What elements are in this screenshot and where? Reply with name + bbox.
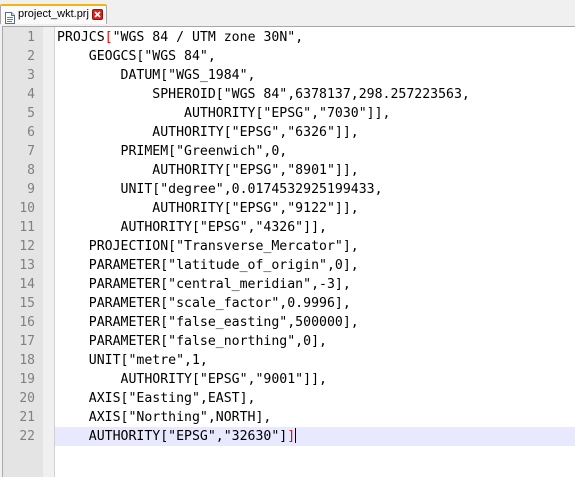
code-line-text: UNIT["degree",0.0174532925199433, bbox=[57, 182, 383, 197]
line-number: 8 bbox=[27, 163, 35, 178]
line-number: 3 bbox=[27, 68, 35, 83]
fold-margin bbox=[43, 27, 54, 477]
code-line[interactable]: AUTHORITY["EPSG","6326"]], bbox=[55, 123, 575, 142]
line-number: 19 bbox=[19, 372, 35, 387]
close-icon[interactable] bbox=[92, 9, 103, 20]
line-number: 22 bbox=[19, 429, 35, 444]
code-line[interactable]: PARAMETER["central_meridian",-3], bbox=[55, 275, 575, 294]
code-line[interactable]: DATUM["WGS_1984", bbox=[55, 66, 575, 85]
code-line[interactable]: AUTHORITY["EPSG","7030"]], bbox=[55, 104, 575, 123]
code-line[interactable]: AUTHORITY["EPSG","4326"]], bbox=[55, 218, 575, 237]
code-line-text: AUTHORITY["EPSG","9122"]], bbox=[57, 201, 359, 216]
tab-project-wkt[interactable]: project_wkt.prj bbox=[0, 4, 107, 24]
line-number: 21 bbox=[19, 410, 35, 425]
code-line-text: PARAMETER["false_northing",0], bbox=[57, 334, 327, 349]
line-number: 10 bbox=[19, 201, 35, 216]
code-line-text: PARAMETER["false_easting",500000], bbox=[57, 315, 359, 330]
code-line-text: AUTHORITY["EPSG","6326"]], bbox=[57, 125, 359, 140]
line-number: 16 bbox=[19, 315, 35, 330]
code-line-text: DATUM["WGS_1984", bbox=[57, 68, 256, 83]
code-line-text: PARAMETER["latitude_of_origin",0], bbox=[57, 258, 359, 273]
line-number: 9 bbox=[27, 182, 35, 197]
tab-bar: project_wkt.prj bbox=[0, 0, 575, 28]
text-editor[interactable]: 1 2 3 4 5 6 7 8 9 10 11 12 13 14 15 16 17 18 19 20 21 22 PROJ… bbox=[2, 26, 575, 477]
code-line-text: SPHEROID["WGS 84",6378137,298.257223563, bbox=[57, 87, 470, 102]
code-line[interactable]: SPHEROID["WGS 84",6378137,298.257223563, bbox=[55, 85, 575, 104]
code-line[interactable]: PARAMETER["false_easting",500000], bbox=[55, 313, 575, 332]
line-number: 20 bbox=[19, 391, 35, 406]
code-line-text: PARAMETER["scale_factor",0.9996], bbox=[57, 296, 351, 311]
code-line[interactable]: PRIMEM["Greenwich",0, bbox=[55, 142, 575, 161]
line-number: 5 bbox=[27, 106, 35, 121]
code-line-text: UNIT["metre",1, bbox=[57, 353, 208, 368]
code-line[interactable]: PARAMETER["scale_factor",0.9996], bbox=[55, 294, 575, 313]
line-number: 12 bbox=[19, 239, 35, 254]
line-number: 7 bbox=[27, 144, 35, 159]
code-line[interactable]: UNIT["degree",0.0174532925199433, bbox=[55, 180, 575, 199]
code-line-text: AUTHORITY["EPSG","9001"]], bbox=[57, 372, 327, 387]
line-number: 6 bbox=[27, 125, 35, 140]
code-line-text: AUTHORITY["EPSG","4326"]], bbox=[57, 220, 327, 235]
code-line[interactable]: GEOGCS["WGS 84", bbox=[55, 47, 575, 66]
line-number: 11 bbox=[19, 220, 35, 235]
code-line[interactable]: AXIS["Northing",NORTH], bbox=[55, 408, 575, 427]
line-number: 1 bbox=[27, 30, 35, 45]
line-number: 15 bbox=[19, 296, 35, 311]
file-icon bbox=[5, 9, 15, 24]
line-number: 17 bbox=[19, 334, 35, 349]
line-number: 14 bbox=[19, 277, 35, 292]
code-line[interactable]: UNIT["metre",1, bbox=[55, 351, 575, 370]
code-line-text: GEOGCS["WGS 84", bbox=[57, 49, 216, 64]
text-caret bbox=[295, 428, 297, 443]
code-line-text: AXIS["Northing",NORTH], bbox=[57, 410, 272, 425]
editor-window: project_wkt.prj 1 2 3 4 5 6 7 8 9 10 11 12 13 14 15 16 1… bbox=[0, 0, 575, 477]
line-number: 18 bbox=[19, 353, 35, 368]
code-line[interactable]: AUTHORITY["EPSG","9001"]], bbox=[55, 370, 575, 389]
code-line[interactable]: PROJCS["WGS 84 / UTM zone 30N", bbox=[55, 28, 575, 47]
code-line[interactable]: PROJECTION["Transverse_Mercator"], bbox=[55, 237, 575, 256]
code-line[interactable]: AUTHORITY["EPSG","32630"]] bbox=[55, 427, 575, 446]
code-line-text: AXIS["Easting",EAST], bbox=[57, 391, 256, 406]
code-line-text: PARAMETER["central_meridian",-3], bbox=[57, 277, 351, 292]
tab-label: project_wkt.prj bbox=[18, 8, 89, 20]
code-line[interactable]: PARAMETER["false_northing",0], bbox=[55, 332, 575, 351]
code-line[interactable]: AUTHORITY["EPSG","8901"]], bbox=[55, 161, 575, 180]
code-line-text: PROJCS["WGS 84 / UTM zone 30N", bbox=[57, 30, 304, 45]
code-area[interactable]: PROJCS["WGS 84 / UTM zone 30N", GEOGCS["… bbox=[55, 27, 575, 477]
code-line-text: AUTHORITY["EPSG","7030"]], bbox=[57, 106, 391, 121]
code-line[interactable]: AUTHORITY["EPSG","9122"]], bbox=[55, 199, 575, 218]
code-line-text: AUTHORITY["EPSG","32630"]] bbox=[57, 429, 296, 444]
code-line-text: AUTHORITY["EPSG","8901"]], bbox=[57, 163, 359, 178]
code-line-text: PRIMEM["Greenwich",0, bbox=[57, 144, 288, 159]
line-number: 2 bbox=[27, 49, 35, 64]
line-number: 4 bbox=[27, 87, 35, 102]
line-number: 13 bbox=[19, 258, 35, 273]
code-line[interactable]: PARAMETER["latitude_of_origin",0], bbox=[55, 256, 575, 275]
code-line[interactable]: AXIS["Easting",EAST], bbox=[55, 389, 575, 408]
code-line-text: PROJECTION["Transverse_Mercator"], bbox=[57, 239, 359, 254]
